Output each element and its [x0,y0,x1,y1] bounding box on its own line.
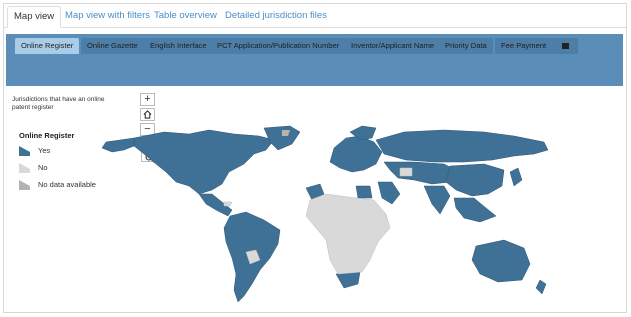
region-japan [509,167,523,187]
region-europe [329,135,383,173]
layer-tab-online-gazette[interactable]: Online Gazette [81,38,144,54]
map-description: Jurisdictions that have an online patent… [12,96,105,111]
region-south-africa [335,271,361,289]
layer-tab-inventor-applicant-name[interactable]: Inventor/Applicant Name [345,38,441,54]
legend-label-yes: Yes [38,146,51,155]
layer-tab-fee-payment[interactable]: Fee Payment [495,38,553,54]
tab-table-overview[interactable]: Table overview [148,6,223,28]
layer-tab-pct-application-publication-number[interactable]: PCT Application/Publication Number [211,38,346,54]
region-caribbean [223,201,233,207]
world-map[interactable] [94,124,554,309]
home-icon [143,110,152,119]
region-greenland [263,125,301,151]
region-africa [305,193,391,275]
list-icon [561,43,569,49]
region-north-america [133,129,275,195]
list-view-button[interactable] [552,38,578,54]
legend-swatch-no-data [19,180,30,190]
region-russia [375,129,549,163]
region-kazakhstan-south [399,167,413,177]
layer-tab-online-register[interactable]: Online Register [15,38,80,54]
view-nav: Map view Map view with filters Table ove… [4,4,626,28]
legend-swatch-no [19,163,30,173]
legend-swatch-yes [19,146,30,156]
home-button[interactable] [140,108,155,121]
region-new-zealand [535,279,547,295]
region-alaska [101,137,135,153]
layer-tab-english-interface[interactable]: English Interface [144,38,213,54]
legend-label-no-data: No data available [38,180,96,189]
region-china [445,163,505,197]
tab-map-view[interactable]: Map view [7,6,62,28]
region-india [423,185,451,215]
zoom-in-button[interactable]: + [140,93,155,106]
tab-detailed-jurisdiction-files[interactable]: Detailed jurisdiction files [219,6,333,28]
region-southeast-asia [453,197,497,223]
legend-title: Online Register [19,131,75,140]
tab-map-view-with-filters[interactable]: Map view with filters [59,6,156,28]
region-arabia [377,181,401,205]
region-egypt [355,185,373,199]
legend-label-no: No [38,163,48,172]
app-frame: Map view Map view with filters Table ove… [3,3,627,313]
layer-tab-priority-data[interactable]: Priority Data [439,38,493,54]
region-australia [471,239,531,283]
